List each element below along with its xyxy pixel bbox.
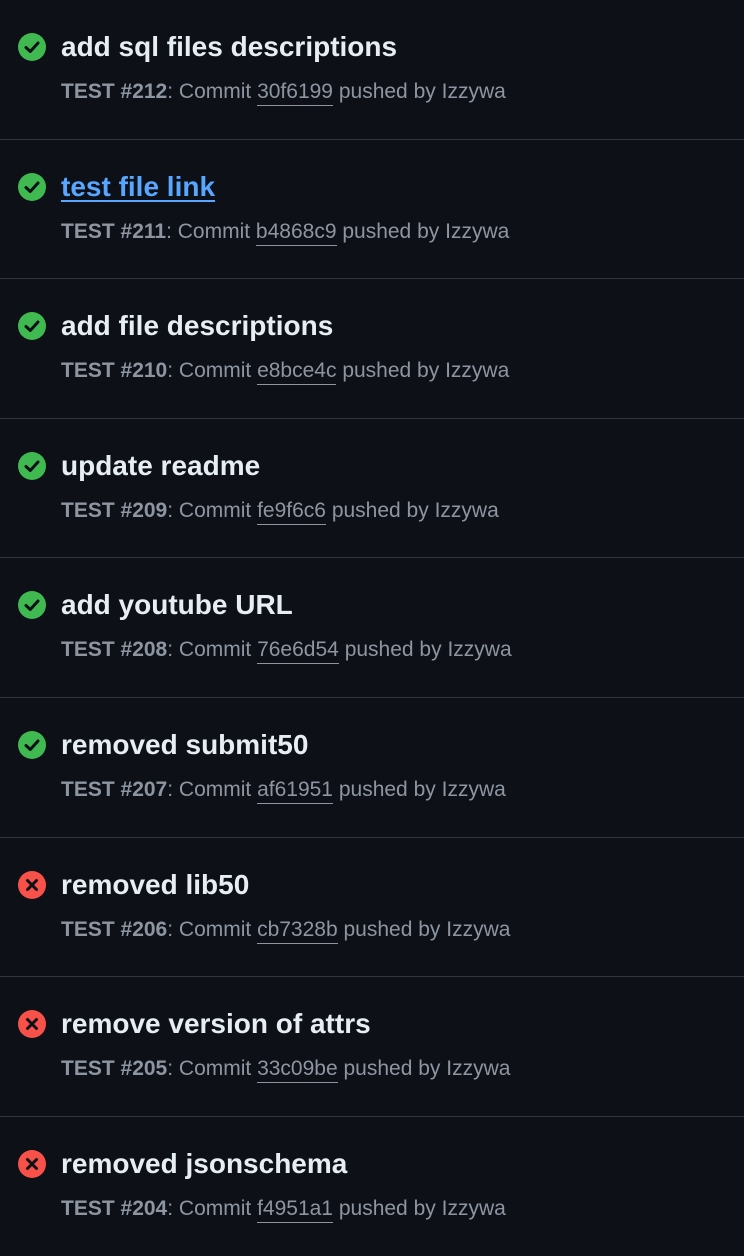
check-circle-icon <box>18 730 46 759</box>
run-meta: TEST #208: Commit 76e6d54 pushed by Izzy… <box>61 636 512 665</box>
commit-sha-link[interactable]: fe9f6c6 <box>257 498 326 525</box>
commit-label: : Commit <box>167 1196 252 1220</box>
workflow-run-row[interactable]: removed submit50 TEST #207: Commit af619… <box>0 698 744 838</box>
run-number: #212 <box>120 80 168 103</box>
pushed-by-label: pushed by <box>338 80 436 103</box>
run-number: #210 <box>120 359 168 383</box>
workflow-name: TEST <box>61 638 115 662</box>
author-name: Izzywa <box>446 1057 511 1081</box>
run-number: #209 <box>120 498 168 522</box>
run-title-link[interactable]: removed submit50 <box>61 728 308 762</box>
author-name: Izzywa <box>441 80 506 103</box>
run-meta: TEST #209: Commit fe9f6c6 pushed by Izzy… <box>61 497 499 525</box>
workflow-name: TEST <box>61 359 115 383</box>
run-title-link[interactable]: add youtube URL <box>61 588 293 622</box>
run-title-link[interactable]: remove version of attrs <box>61 1007 371 1041</box>
workflow-run-row[interactable]: add sql files descriptions TEST #212: Co… <box>0 0 744 140</box>
check-circle-icon <box>18 172 46 201</box>
workflow-name: TEST <box>61 1196 115 1220</box>
workflow-run-row[interactable]: update readme TEST #209: Commit fe9f6c6 … <box>0 419 744 559</box>
check-circle-icon <box>18 591 46 620</box>
commit-sha-link[interactable]: 76e6d54 <box>257 638 339 665</box>
workflow-name: TEST <box>61 1057 115 1081</box>
pushed-by-label: pushed by <box>338 1196 436 1220</box>
workflow-name: TEST <box>61 777 115 801</box>
pushed-by-label: pushed by <box>338 777 436 801</box>
run-number: #205 <box>120 1057 168 1081</box>
workflow-run-row[interactable]: remove version of attrs TEST #205: Commi… <box>0 977 744 1117</box>
run-number: #207 <box>120 777 168 801</box>
commit-sha-link[interactable]: af61951 <box>257 777 333 804</box>
commit-label: : Commit <box>167 359 252 383</box>
author-name: Izzywa <box>447 638 512 662</box>
x-circle-icon <box>18 1010 46 1039</box>
pushed-by-label: pushed by <box>344 638 442 662</box>
author-name: Izzywa <box>446 917 511 941</box>
pushed-by-label: pushed by <box>343 1057 441 1081</box>
run-meta: TEST #206: Commit cb7328b pushed by Izzy… <box>61 916 510 944</box>
commit-label: : Commit <box>167 777 252 801</box>
commit-label: : Commit <box>167 638 252 662</box>
workflow-name: TEST <box>61 219 115 243</box>
run-meta: TEST #204: Commit f4951a1 pushed by Izzy… <box>61 1195 506 1223</box>
x-circle-icon <box>18 1149 46 1178</box>
workflow-run-row[interactable]: add file descriptions TEST #210: Commit … <box>0 279 744 419</box>
run-meta: TEST #207: Commit af61951 pushed by Izzy… <box>61 776 506 804</box>
run-meta: TEST #212: Commit 30f6199 pushed by Izzy… <box>61 78 506 106</box>
pushed-by-label: pushed by <box>331 498 429 522</box>
pushed-by-label: pushed by <box>343 917 441 941</box>
author-name: Izzywa <box>441 777 506 801</box>
run-meta: TEST #211: Commit b4868c9 pushed by Izzy… <box>61 218 509 246</box>
workflow-name: TEST <box>61 80 115 103</box>
check-circle-icon <box>18 312 46 341</box>
run-meta: TEST #210: Commit e8bce4c pushed by Izzy… <box>61 357 510 386</box>
commit-label: : Commit <box>166 219 251 243</box>
commit-sha-link[interactable]: b4868c9 <box>255 219 337 246</box>
workflow-name: TEST <box>61 498 115 522</box>
run-number: #211 <box>120 219 167 243</box>
pushed-by-label: pushed by <box>342 219 440 243</box>
check-circle-icon <box>18 451 46 480</box>
run-title-link[interactable]: removed jsonschema <box>61 1147 347 1181</box>
author-name: Izzywa <box>441 1196 506 1220</box>
workflow-name: TEST <box>61 917 115 941</box>
author-name: Izzywa <box>434 498 499 522</box>
commit-sha-link[interactable]: f4951a1 <box>257 1196 333 1223</box>
commit-label: : Commit <box>167 498 252 522</box>
run-number: #204 <box>120 1196 168 1220</box>
run-title-link[interactable]: add file descriptions <box>61 309 333 343</box>
commit-label: : Commit <box>167 80 252 103</box>
commit-label: : Commit <box>167 917 252 941</box>
author-name: Izzywa <box>445 219 510 243</box>
run-title-link[interactable]: add sql files descriptions <box>61 30 397 64</box>
workflow-run-row[interactable]: removed lib50 TEST #206: Commit cb7328b … <box>0 838 744 978</box>
workflow-run-list: add sql files descriptions TEST #212: Co… <box>0 0 744 1256</box>
commit-sha-link[interactable]: 33c09be <box>257 1057 338 1084</box>
x-circle-icon <box>18 870 46 899</box>
run-title-link[interactable]: removed lib50 <box>61 868 249 902</box>
run-title-link[interactable]: update readme <box>61 449 260 483</box>
commit-sha-link[interactable]: 30f6199 <box>257 80 333 106</box>
workflow-run-row[interactable]: test file link TEST #211: Commit b4868c9… <box>0 140 744 280</box>
commit-sha-link[interactable]: e8bce4c <box>257 359 337 386</box>
workflow-run-row[interactable]: removed jsonschema TEST #204: Commit f49… <box>0 1117 744 1256</box>
check-circle-icon <box>18 33 46 61</box>
author-name: Izzywa <box>445 359 510 383</box>
run-number: #206 <box>120 917 168 941</box>
commit-label: : Commit <box>167 1057 252 1081</box>
run-meta: TEST #205: Commit 33c09be pushed by Izzy… <box>61 1055 511 1084</box>
run-number: #208 <box>120 638 168 662</box>
pushed-by-label: pushed by <box>342 359 440 383</box>
run-title-link[interactable]: test file link <box>61 170 215 204</box>
workflow-run-row[interactable]: add youtube URL TEST #208: Commit 76e6d5… <box>0 558 744 698</box>
commit-sha-link[interactable]: cb7328b <box>257 917 338 944</box>
